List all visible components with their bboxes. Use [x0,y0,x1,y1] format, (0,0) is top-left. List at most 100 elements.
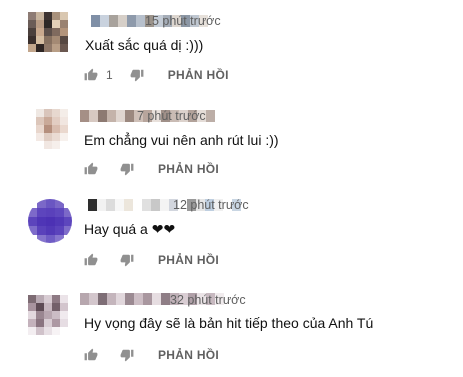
avatar-pixel [60,319,68,327]
avatar-pixel [60,133,68,141]
avatar-pixel [44,141,52,149]
avatar-pixel [52,36,60,44]
comment-text: Em chẳng vui nên anh rút lui :)) [84,132,279,148]
avatar-pixel [68,141,76,149]
name-pixel [116,293,125,305]
thumbs-up-icon[interactable] [84,68,98,82]
comment-timestamp[interactable]: 32 phút trước [170,293,246,307]
thumbs-up-icon[interactable] [84,253,98,267]
name-pixel [161,293,170,305]
avatar-pixel [60,141,68,149]
avatar-pixel [52,12,60,20]
reply-button[interactable]: PHẢN HỒI [158,348,219,362]
thumbs-down-icon[interactable] [130,68,144,82]
avatar-pixel [52,44,60,52]
avatar-pixel [60,109,68,117]
avatar-pixel [28,208,37,217]
avatar-pixel [68,125,76,133]
name-pixel [127,15,136,27]
comment-item: 7 phút trước Em chẳng vui nên anh rút lu… [0,94,463,188]
comment-actions: PHẢN HỒI [84,160,219,178]
avatar-pixel [36,109,44,117]
avatar-pixel [52,141,60,149]
avatar-pixel [28,36,36,44]
avatar-pixel [44,28,52,36]
name-pixel [206,110,215,122]
avatar-pixel [44,12,52,20]
avatar-pixel [36,28,44,36]
avatar-pixel [52,125,60,133]
name-pixel [88,199,97,211]
avatar-pixel [28,217,37,226]
thumbs-up-icon[interactable] [84,162,98,176]
name-pixel [80,293,89,305]
avatar-pixel [36,125,44,133]
comment-timestamp[interactable]: 15 phút trước [145,14,221,28]
avatar-pixel [36,44,44,52]
avatar-pixel [55,199,64,208]
avatar-pixel [46,208,55,217]
comment-text: Hy vọng đây sẽ là bản hit tiếp theo của … [84,315,374,331]
thumbs-down-icon[interactable] [120,253,134,267]
comment-actions: PHẢN HỒI [84,346,219,364]
avatar-pixel [60,20,68,28]
avatar-pixel [64,217,72,226]
reply-button[interactable]: PHẢN HỒI [158,253,219,267]
avatar-pixel [28,28,36,36]
avatar-pixel [52,133,60,141]
comment-timestamp[interactable]: 7 phút trước [137,109,206,123]
avatar-pixel [28,44,36,52]
avatar-pixel [64,208,72,217]
avatar-pixel [28,327,36,335]
reply-button[interactable]: PHẢN HỒI [158,162,219,176]
name-pixel [89,293,98,305]
comment-actions: PHẢN HỒI [84,251,219,269]
name-pixel [116,110,125,122]
avatar-pixel [60,295,68,303]
name-pixel [136,15,145,27]
avatar-pixel [36,117,44,125]
name-pixel [152,293,161,305]
name-pixel [133,199,142,211]
comment-text: Xuất sắc quá dị :))) [85,37,204,53]
avatar-pixel [44,125,52,133]
avatar-pixel [28,303,36,311]
name-pixel [100,15,109,27]
comment-text: Hay quá a ❤❤ [84,221,176,237]
thumbs-down-icon[interactable] [120,348,134,362]
thumbs-down-icon[interactable] [120,162,134,176]
avatar-pixel [28,226,37,235]
avatar-pixel [55,208,64,217]
avatar-pixel [44,133,52,141]
avatar[interactable] [28,295,68,335]
avatar[interactable] [28,12,68,52]
name-pixel [107,293,116,305]
name-pixel [125,293,134,305]
avatar-pixel [36,319,44,327]
avatar[interactable] [28,199,72,243]
name-pixel [91,15,100,27]
avatar-pixel [52,303,60,311]
avatar[interactable] [36,109,76,149]
thumbs-up-icon[interactable] [84,348,98,362]
avatar-pixel [52,117,60,125]
avatar-pixel [52,28,60,36]
avatar-pixel [68,117,76,125]
avatar-pixel [36,12,44,20]
comment-timestamp[interactable]: 12 phút trước [173,198,249,212]
avatar-pixel [64,199,72,208]
avatar-pixel [44,319,52,327]
avatar-pixel [36,141,44,149]
reply-button[interactable]: PHẢN HỒI [168,68,229,82]
name-pixel [143,293,152,305]
avatar-pixel [46,235,55,243]
name-pixel [118,15,127,27]
avatar-pixel [36,133,44,141]
avatar-pixel [60,303,68,311]
avatar-pixel [36,303,44,311]
avatar-pixel [37,217,46,226]
avatar-pixel [44,44,52,52]
avatar-pixel [52,109,60,117]
avatar-pixel [37,226,46,235]
like-count: 1 [106,68,113,82]
